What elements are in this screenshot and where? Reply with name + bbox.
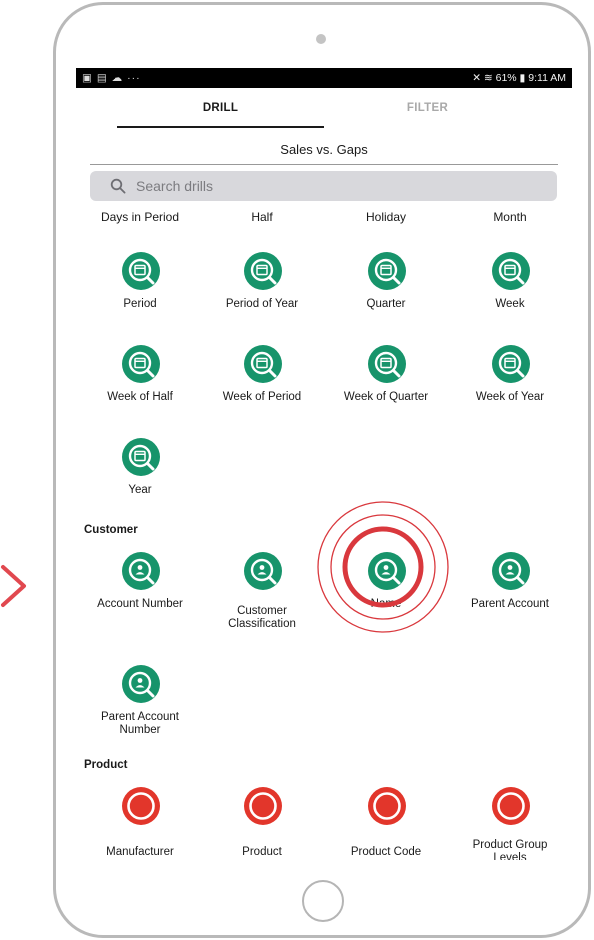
drill-item-label: Week of Year [475, 391, 545, 403]
calendar-search-icon [492, 252, 530, 290]
drill-item-period[interactable]: Period [78, 252, 202, 340]
drill-item-label: Parent Account Number [101, 711, 179, 736]
drill-item-manufacturer[interactable]: Manufacturer [78, 787, 202, 860]
notification-icons: ▣ ▤ ☁ ··· [82, 72, 141, 84]
status-bar: ▣ ▤ ☁ ··· ✕ ≋ 61% ▮ 9:11 AM [76, 68, 572, 88]
drill-item-label[interactable]: Month [448, 210, 572, 224]
drill-item-label: Period [123, 298, 157, 310]
drill-item-label[interactable]: Days in Period [78, 210, 202, 224]
drill-item-label: Week of Quarter [343, 391, 429, 403]
status-right: ✕ ≋ 61% ▮ 9:11 AM [472, 72, 566, 84]
app-screen: ▣ ▤ ☁ ··· ✕ ≋ 61% ▮ 9:11 AM DRILL FILTER… [76, 68, 572, 860]
drill-item-label: Period of Year [225, 298, 299, 310]
search-bar[interactable] [90, 171, 557, 201]
drill-item-period-of-year[interactable]: Period of Year [200, 252, 324, 340]
drill-item-customer-classification[interactable]: Customer Classification [200, 552, 324, 640]
drill-item-account-number[interactable]: Account Number [78, 552, 202, 640]
product-circle-icon [244, 787, 282, 825]
person-search-icon [122, 665, 160, 703]
drill-item-label: Quarter [366, 298, 406, 310]
drill-item-parent-account-number[interactable]: Parent Account Number [78, 665, 202, 753]
search-input[interactable] [136, 171, 536, 201]
calendar-search-icon [368, 252, 406, 290]
product-circle-icon [492, 787, 530, 825]
person-search-icon [244, 552, 282, 590]
drill-item-product[interactable]: Product [200, 787, 324, 860]
calendar-search-icon [122, 345, 160, 383]
drill-item-label: Product Group Levels [472, 839, 548, 860]
person-search-icon [122, 552, 160, 590]
tab-filter[interactable]: FILTER [324, 96, 531, 128]
calendar-search-icon [368, 345, 406, 383]
calendar-search-icon [492, 345, 530, 383]
drill-item-label: Product [242, 846, 282, 858]
search-icon [110, 178, 126, 194]
drill-item-year[interactable]: Year [78, 438, 202, 526]
product-circle-icon [368, 787, 406, 825]
drill-item-parent-account[interactable]: Parent Account [448, 552, 572, 640]
drill-item-week[interactable]: Week [448, 252, 572, 340]
drill-item-product-code[interactable]: Product Code [324, 787, 448, 860]
drill-item-week-of-half[interactable]: Week of Half [78, 345, 202, 433]
calendar-search-icon [122, 438, 160, 476]
drill-item-label: Week of Half [107, 391, 173, 403]
product-circle-icon [122, 787, 160, 825]
chevron-right-icon[interactable] [0, 563, 30, 609]
person-search-icon [492, 552, 530, 590]
calendar-search-icon [244, 252, 282, 290]
section-heading-customer: Customer [84, 524, 138, 536]
drill-item-label: Week of Period [222, 391, 302, 403]
tab-drill[interactable]: DRILL [117, 96, 324, 128]
drill-item-label: Week [495, 298, 525, 310]
calendar-search-icon [244, 345, 282, 383]
drill-item-label[interactable]: Holiday [324, 210, 448, 224]
drill-item-product-group-levels[interactable]: Product Group Levels [448, 787, 572, 860]
section-heading-product: Product [84, 759, 128, 771]
drill-item-week-of-period[interactable]: Week of Period [200, 345, 324, 433]
drill-item-week-of-quarter[interactable]: Week of Quarter [324, 345, 448, 433]
drill-item-label[interactable]: Half [200, 210, 324, 224]
subject-area-title: Sales vs. Gaps [90, 138, 558, 165]
camera-icon [316, 34, 326, 44]
drill-item-label: Product Code [350, 846, 422, 858]
drill-item-label: Account Number [97, 598, 183, 610]
drill-item-label: Manufacturer [106, 846, 174, 858]
drill-item-label: Parent Account [471, 598, 549, 610]
tap-indicator [317, 501, 449, 633]
drill-item-label: Year [128, 484, 152, 496]
calendar-search-icon [122, 252, 160, 290]
drill-item-week-of-year[interactable]: Week of Year [448, 345, 572, 433]
drill-item-label: Customer Classification [228, 605, 296, 630]
home-button[interactable] [302, 880, 344, 922]
drill-item-quarter[interactable]: Quarter [324, 252, 448, 340]
